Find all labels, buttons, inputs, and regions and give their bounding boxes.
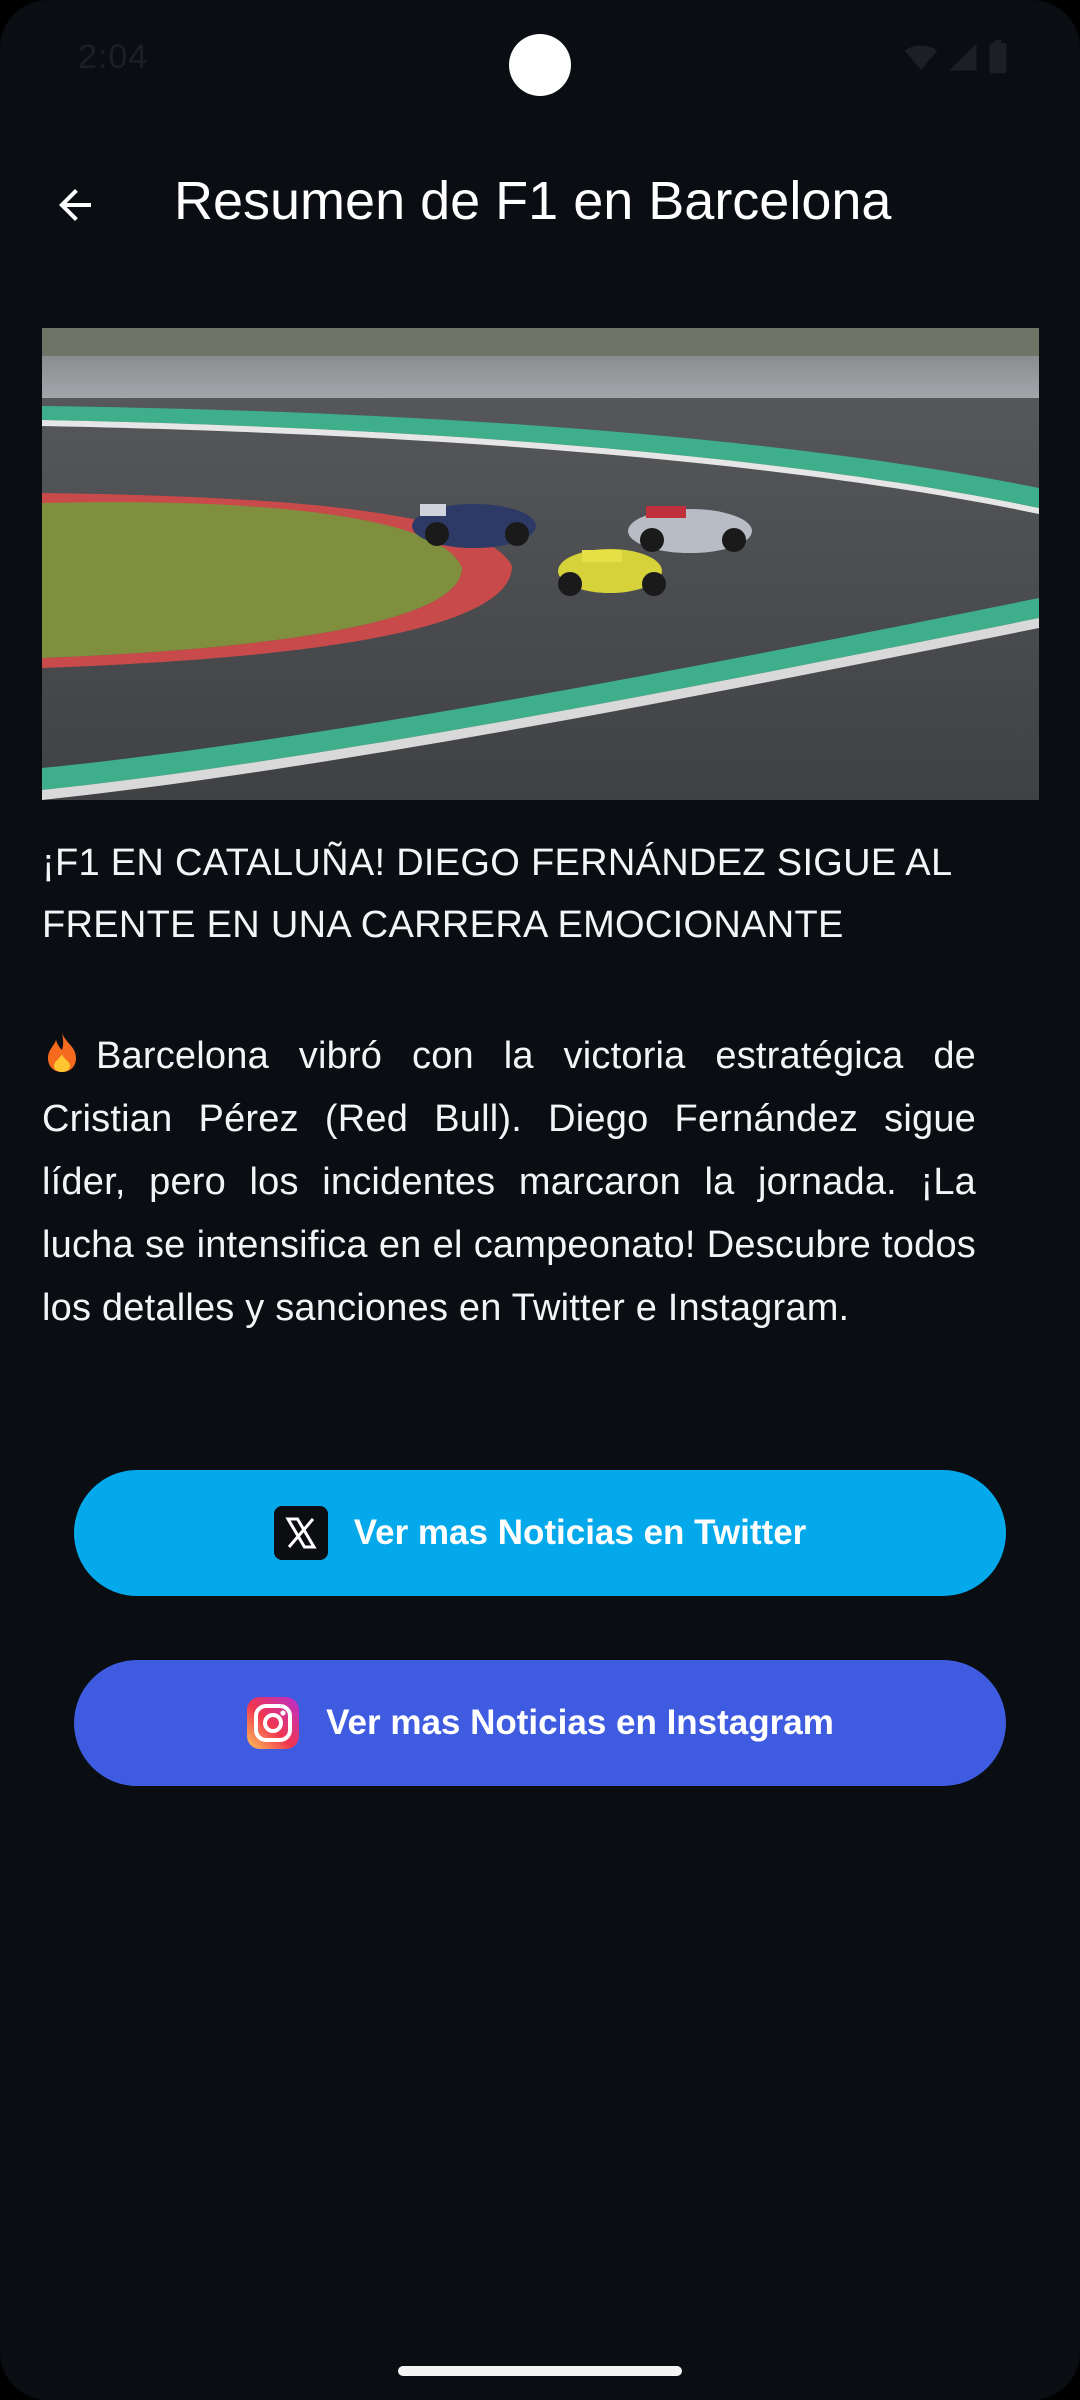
instagram-news-button[interactable]: Ver mas Noticias en Instagram <box>74 1660 1006 1786</box>
screen: 2:04 Resumen de F1 en Barcelona ¡F1 EN C… <box>0 0 1080 2400</box>
instagram-button-label: Ver mas Noticias en Instagram <box>326 1703 834 1742</box>
twitter-button-label: Ver mas Noticias en Twitter <box>353 1513 807 1552</box>
article-body-text: Barcelona vibró con la victoria estratég… <box>42 1035 976 1329</box>
article-body: Barcelona vibró con la victoria estratég… <box>42 1025 976 1340</box>
twitter-news-button[interactable]: Ver mas Noticias en Twitter <box>74 1470 1006 1596</box>
x-logo-icon <box>273 1506 328 1560</box>
home-indicator[interactable] <box>398 2366 682 2376</box>
wifi-icon <box>904 45 938 70</box>
status-icons <box>904 40 1008 74</box>
status-time: 2:04 <box>78 38 149 76</box>
fire-icon <box>48 1032 76 1072</box>
race-car-blue <box>412 504 536 548</box>
race-image <box>42 328 1039 800</box>
battery-icon <box>989 40 1007 74</box>
back-button[interactable] <box>42 172 108 238</box>
page-title: Resumen de F1 en Barcelona <box>174 171 892 231</box>
front-camera <box>509 34 571 96</box>
app-bar: Resumen de F1 en Barcelona <box>0 150 1080 260</box>
arrow-back-icon <box>59 189 91 221</box>
article-headline: ¡F1 EN CATALUÑA! DIEGO FERNÁNDEZ SIGUE A… <box>42 842 951 946</box>
signal-icon <box>949 43 977 71</box>
status-bar: 2:04 <box>0 0 1080 120</box>
instagram-logo-icon <box>246 1696 300 1750</box>
